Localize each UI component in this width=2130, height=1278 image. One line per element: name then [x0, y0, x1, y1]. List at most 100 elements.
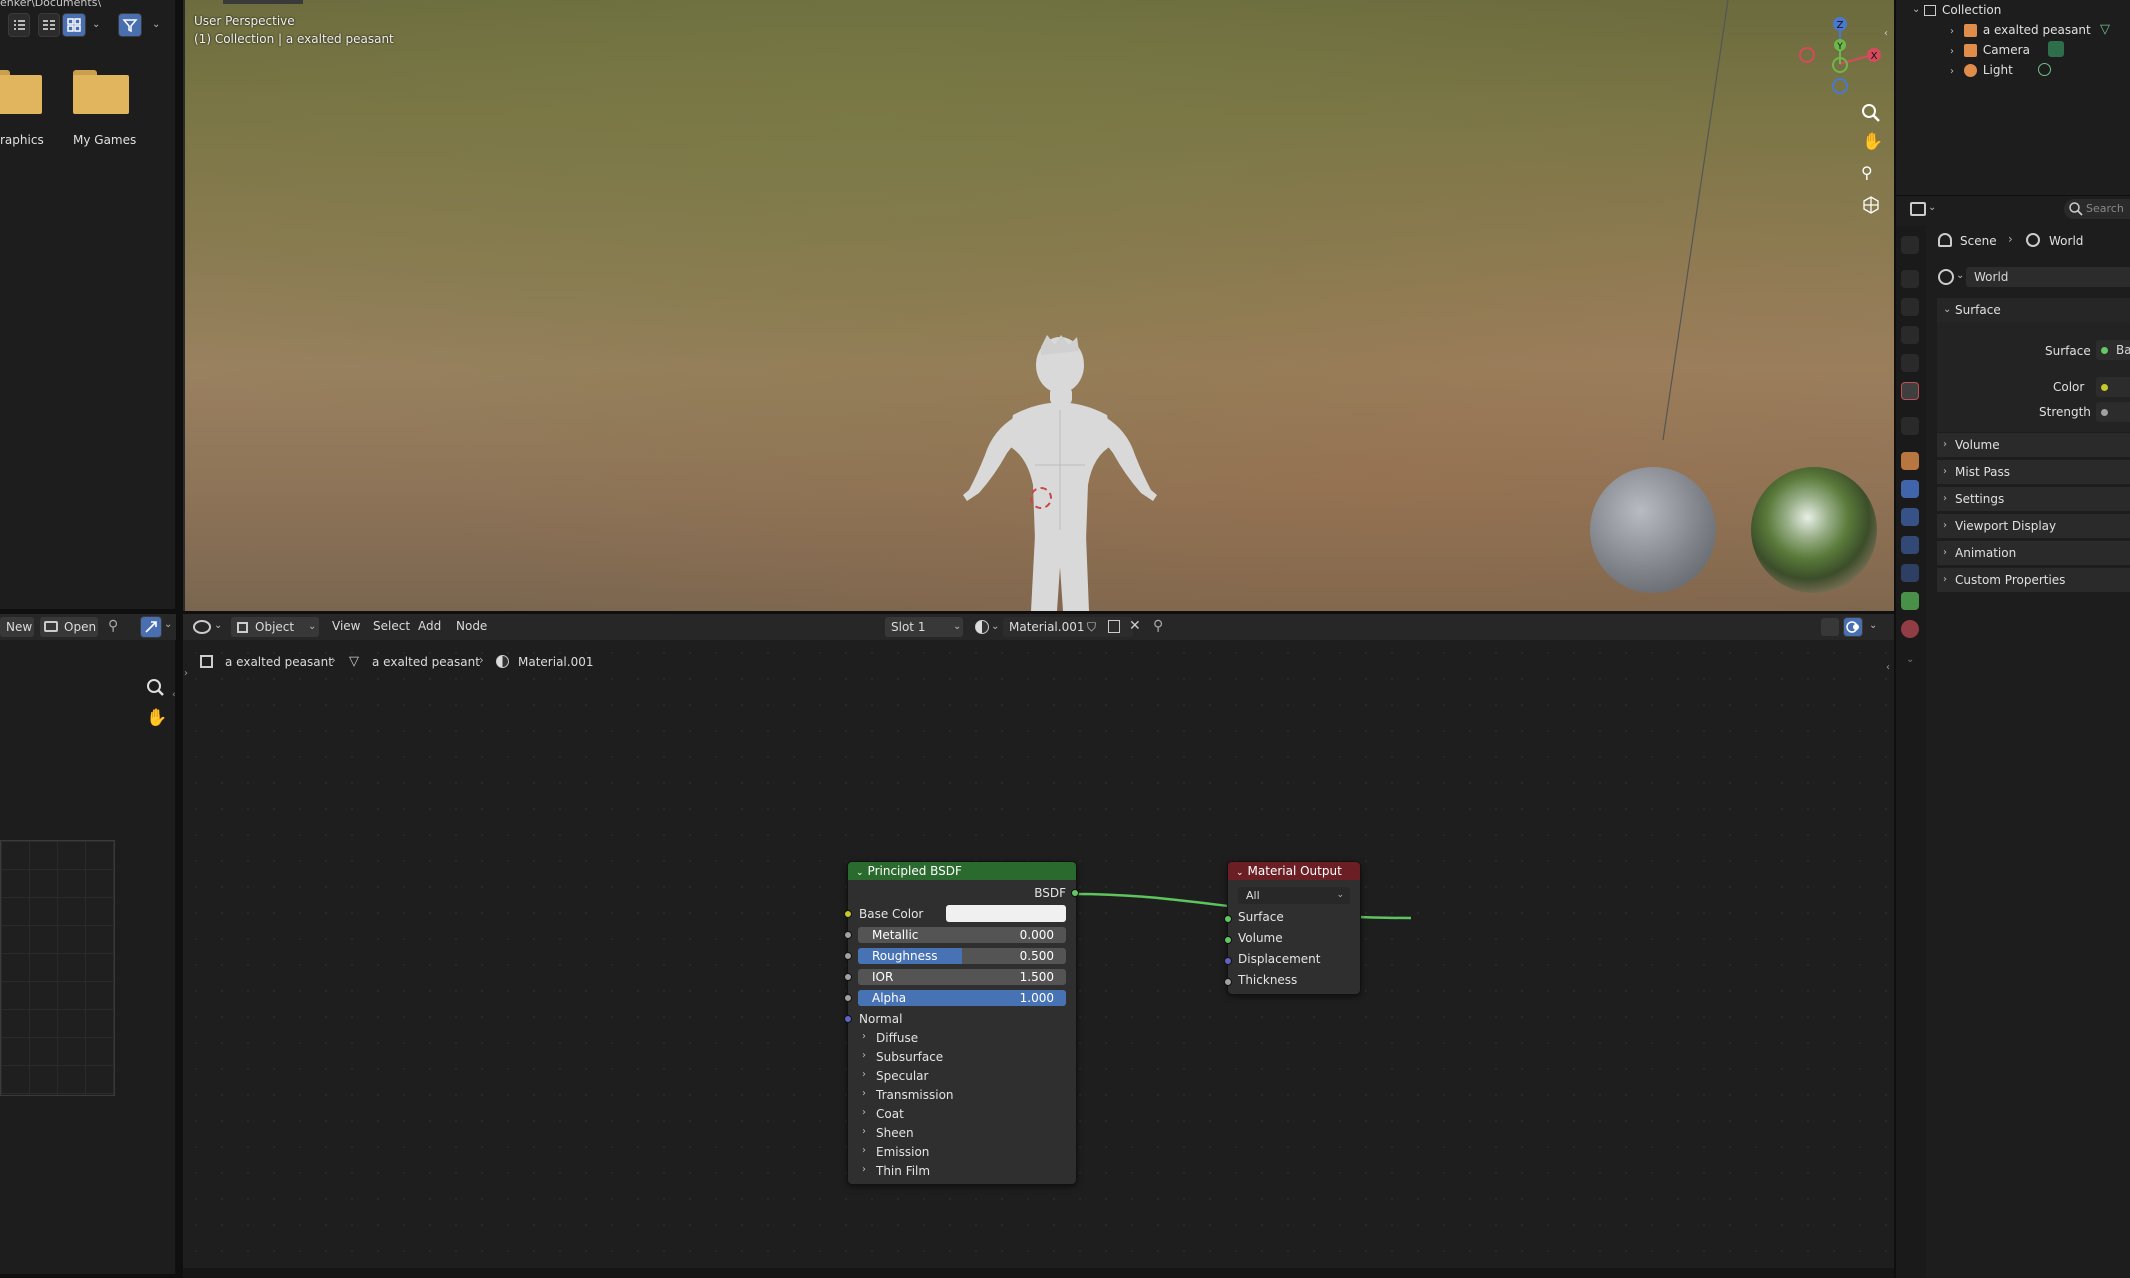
collection-tab-icon[interactable]: [1901, 417, 1919, 435]
thickness-input-socket[interactable]: [1224, 978, 1232, 986]
menu-select[interactable]: Select: [373, 619, 410, 633]
panel-coat[interactable]: › Coat: [862, 1107, 904, 1121]
shader-node-editor[interactable]: › ‹ a exalted peasant › ▽ a exalted peas…: [183, 640, 1894, 1274]
editor-type-icon[interactable]: [193, 620, 211, 634]
material-tab-icon[interactable]: [1901, 620, 1919, 638]
panel-specular[interactable]: › Specular: [862, 1069, 928, 1083]
zoom-icon[interactable]: [146, 678, 166, 698]
orthographic-grid-icon[interactable]: [1860, 193, 1882, 215]
filter-icon[interactable]: [118, 13, 142, 37]
collapse-arrow-icon[interactable]: ‹: [172, 690, 176, 700]
settings-panel-header[interactable]: › Settings: [1937, 487, 2130, 511]
outliner-item-camera[interactable]: › Camera: [1950, 40, 2030, 60]
outliner-collection-row[interactable]: ⌄ Collection: [1912, 0, 2001, 20]
principled-bsdf-title[interactable]: ⌄ Principled BSDF: [848, 862, 1076, 880]
base-color-swatch[interactable]: [946, 905, 1066, 922]
list-view-icon[interactable]: [8, 13, 30, 37]
mist-pass-panel-header[interactable]: › Mist Pass: [1937, 460, 2130, 484]
ior-slider[interactable]: IOR 1.500: [858, 969, 1066, 985]
folder-icon[interactable]: [73, 70, 129, 114]
object-tab-icon[interactable]: [1901, 452, 1919, 470]
outliner-item-light[interactable]: › Light: [1950, 60, 2013, 80]
chevron-down-icon[interactable]: ⌄: [1956, 270, 1964, 281]
surface-input-socket[interactable]: [1224, 915, 1232, 923]
roughness-slider[interactable]: Roughness 0.500: [858, 948, 1066, 964]
menu-node[interactable]: Node: [456, 619, 487, 633]
3d-cursor-icon[interactable]: [1030, 487, 1052, 509]
folder-icon[interactable]: [0, 70, 42, 114]
menu-add[interactable]: Add: [418, 619, 441, 633]
ior-socket[interactable]: [844, 973, 852, 981]
metallic-slider[interactable]: Metallic 0.000: [858, 927, 1066, 943]
expand-chevron-icon[interactable]: ›: [1950, 66, 1954, 77]
collapse-arrow-icon[interactable]: ‹: [1886, 662, 1890, 673]
output-target-dropdown[interactable]: All ⌄: [1238, 887, 1350, 904]
volume-panel-header[interactable]: › Volume: [1937, 433, 2130, 457]
close-icon[interactable]: ✕: [1129, 618, 1141, 634]
chevron-down-icon[interactable]: ⌄: [1906, 654, 1914, 665]
material-browse-icon[interactable]: [975, 620, 989, 634]
compact-view-icon[interactable]: [38, 13, 60, 37]
displacement-input-socket[interactable]: [1224, 957, 1232, 965]
tool-tab-icon[interactable]: [1901, 236, 1919, 254]
slot-dropdown[interactable]: Slot 1: [885, 617, 963, 637]
breadcrumb-material[interactable]: Material.001: [518, 655, 593, 669]
data-tab-icon[interactable]: [1901, 592, 1919, 610]
normal-socket[interactable]: [844, 1015, 852, 1023]
pin-icon[interactable]: ⚲: [108, 618, 118, 634]
chevron-down-icon[interactable]: ⌄: [214, 620, 222, 631]
pan-hand-icon[interactable]: ✋: [146, 708, 167, 728]
panel-diffuse[interactable]: › Diffuse: [862, 1031, 918, 1045]
panel-transmission[interactable]: › Transmission: [862, 1088, 954, 1102]
outliner-item-peasant[interactable]: › a exalted peasant: [1950, 20, 2091, 40]
breadcrumb-scene[interactable]: Scene: [1960, 234, 1997, 248]
output-tab-icon[interactable]: [1901, 298, 1919, 316]
breadcrumb-object[interactable]: a exalted peasant: [225, 655, 333, 669]
camera-view-icon[interactable]: ⚲: [1861, 163, 1873, 182]
image-canvas-grid[interactable]: [0, 840, 115, 1096]
custom-properties-panel-header[interactable]: › Custom Properties: [1937, 568, 2130, 592]
chevron-down-icon[interactable]: ⌄: [164, 619, 172, 630]
alpha-socket[interactable]: [844, 994, 852, 1002]
chevron-down-icon[interactable]: ⌄: [991, 621, 999, 632]
principled-bsdf-node[interactable]: ⌄ Principled BSDF BSDF Base Color Metalli…: [847, 861, 1077, 1185]
expand-arrow-icon[interactable]: ›: [184, 668, 188, 679]
thumbnail-view-icon[interactable]: [62, 13, 86, 37]
breadcrumb-world[interactable]: World: [2049, 234, 2083, 248]
scene-tab-icon[interactable]: [1901, 354, 1919, 372]
pan-hand-icon[interactable]: ✋: [1862, 132, 1883, 152]
folder-label[interactable]: raphics: [0, 133, 44, 147]
chevron-down-icon[interactable]: ⌄: [152, 19, 160, 30]
alpha-slider[interactable]: Alpha 1.000: [858, 990, 1066, 1006]
collapse-arrow-icon[interactable]: ‹: [1884, 28, 1888, 39]
editor-type-icon[interactable]: [1910, 202, 1926, 216]
base-color-socket[interactable]: [844, 910, 852, 918]
animation-panel-header[interactable]: › Animation: [1937, 541, 2130, 565]
breadcrumb-mesh[interactable]: a exalted peasant: [372, 655, 480, 669]
expand-chevron-icon[interactable]: ⌄: [1912, 0, 1920, 20]
material-output-title[interactable]: ⌄ Material Output: [1228, 862, 1360, 880]
expand-chevron-icon[interactable]: ›: [1950, 46, 1954, 57]
collapse-chevron-icon[interactable]: ⌄: [856, 868, 864, 878]
panel-emission[interactable]: › Emission: [862, 1145, 929, 1159]
bsdf-output-socket[interactable]: [1071, 889, 1079, 897]
viewport-display-panel-header[interactable]: › Viewport Display: [1937, 514, 2130, 538]
folder-label[interactable]: My Games: [73, 133, 136, 147]
file-browser-path[interactable]: enker\Documents\: [0, 0, 170, 10]
duplicate-icon[interactable]: [1108, 620, 1120, 633]
chevron-down-icon[interactable]: ⌄: [92, 19, 100, 30]
physics-tab-icon[interactable]: [1901, 536, 1919, 554]
collapse-chevron-icon[interactable]: ⌄: [1236, 868, 1244, 878]
character-mesh[interactable]: [923, 335, 1203, 611]
mesh-data-icon[interactable]: ▽: [2100, 22, 2110, 37]
3d-viewport[interactable]: User Perspective (1) Collection | a exal…: [183, 0, 1894, 611]
new-button[interactable]: New: [0, 617, 34, 637]
particles-tab-icon[interactable]: [1901, 508, 1919, 526]
menu-view[interactable]: View: [332, 619, 360, 633]
surface-panel-header[interactable]: ⌄ Surface: [1937, 298, 2130, 322]
zoom-icon[interactable]: [1860, 102, 1882, 124]
overlay-icon[interactable]: [1843, 617, 1863, 637]
chevron-down-icon[interactable]: ⌄: [1928, 202, 1936, 213]
roughness-socket[interactable]: [844, 952, 852, 960]
world-name-field[interactable]: World: [1966, 267, 2130, 287]
